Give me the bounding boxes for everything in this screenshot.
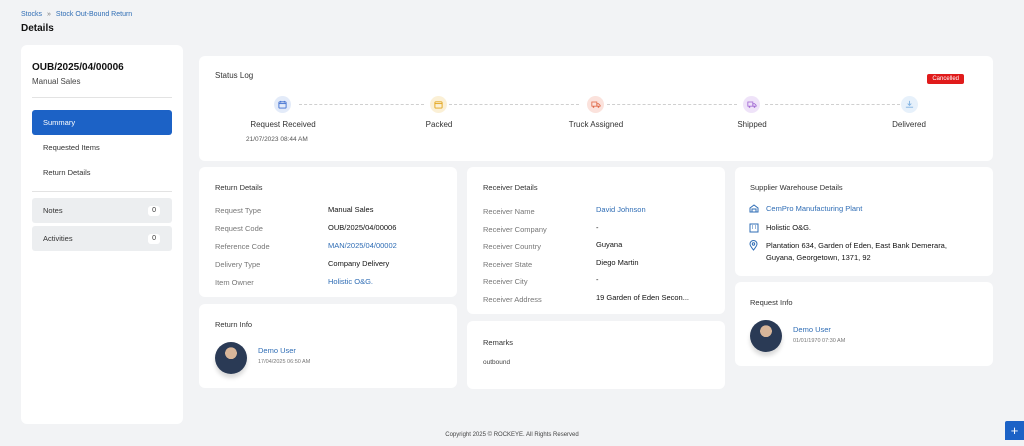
item-owner-link[interactable]: Holistic O&G. — [328, 277, 373, 286]
nav-activities[interactable]: Activities 0 — [32, 226, 172, 251]
truck-icon — [746, 101, 757, 108]
step-packed — [430, 96, 447, 113]
step-connector — [607, 104, 737, 105]
nav-return-details[interactable]: Return Details — [32, 160, 172, 185]
step-truck-assigned — [587, 96, 604, 113]
notes-count-badge: 0 — [148, 205, 160, 216]
field-value: - — [596, 275, 599, 284]
breadcrumb-separator: » — [47, 11, 51, 18]
supplier-warehouse-card: Supplier Warehouse Details CemPro Manufa… — [735, 167, 993, 276]
card-title: Remarks — [483, 338, 514, 347]
left-panel: OUB/2025/04/00006 Manual Sales Summary R… — [21, 45, 183, 424]
breadcrumb-current[interactable]: Stock Out-Bound Return — [56, 11, 132, 18]
address-line-2: Guyana, Georgetown, 1371, 92 — [766, 253, 871, 262]
card-title: Receiver Details — [483, 183, 538, 192]
breadcrumb-stocks-link[interactable]: Stocks — [21, 11, 42, 18]
receiver-name-link[interactable]: David Johnson — [596, 205, 646, 214]
breadcrumb: Stocks » Stock Out-Bound Return — [21, 11, 132, 18]
card-title: Request Info — [750, 298, 793, 307]
field-label: Receiver Country — [483, 242, 541, 251]
field-label: Receiver Address — [483, 295, 542, 304]
reference-code-link[interactable]: MAN/2025/04/00002 — [328, 241, 397, 250]
card-title: Supplier Warehouse Details — [750, 183, 843, 192]
warehouse-icon — [749, 204, 759, 213]
status-log-title: Status Log — [215, 71, 254, 80]
field-label: Receiver Name — [483, 207, 535, 216]
nav-activities-label: Activities — [43, 234, 73, 243]
field-label: Request Code — [215, 224, 263, 233]
field-value: 19 Garden of Eden Secon... — [596, 293, 689, 302]
step-delivered — [901, 96, 918, 113]
remarks-text: outbound — [483, 359, 511, 366]
field-value: Diego Martin — [596, 258, 639, 267]
field-label: Receiver City — [483, 277, 528, 286]
field-label: Delivery Type — [215, 260, 261, 269]
field-value: Manual Sales — [328, 205, 374, 214]
field-label: Reference Code — [215, 242, 270, 251]
step-connector — [299, 104, 424, 105]
card-title: Return Info — [215, 320, 253, 329]
step-label: Truck Assigned — [568, 120, 624, 129]
activities-count-badge: 0 — [148, 233, 160, 244]
step-connector — [449, 104, 579, 105]
user-name-link[interactable]: Demo User — [793, 325, 831, 334]
field-label: Request Type — [215, 206, 262, 215]
user-name-link[interactable]: Demo User — [258, 346, 296, 355]
address-line-1: Plantation 634, Garden of Eden, East Ban… — [766, 241, 947, 250]
step-label: Packed — [425, 120, 453, 129]
add-button[interactable]: + — [1005, 421, 1024, 440]
step-label: Request Received — [250, 120, 316, 129]
field-value: - — [596, 223, 599, 232]
step-request-received — [274, 96, 291, 113]
field-label: Receiver Company — [483, 225, 547, 234]
page-title: Details — [21, 23, 54, 34]
request-info-card: Request Info Demo User 01/01/1970 07:30 … — [735, 282, 993, 366]
nav-notes[interactable]: Notes 0 — [32, 198, 172, 223]
field-label: Receiver State — [483, 260, 533, 269]
nav-requested-items[interactable]: Requested Items — [32, 135, 172, 160]
receiver-details-card: Receiver Details Receiver Name David Joh… — [467, 167, 725, 314]
status-log-card: Status Log Cancelled Request Received 21… — [199, 56, 993, 161]
return-info-card: Return Info Demo User 17/04/2025 06:50 A… — [199, 304, 457, 388]
avatar — [215, 342, 247, 374]
remarks-card: Remarks outbound — [467, 321, 725, 389]
status-badge: Cancelled — [927, 74, 964, 84]
divider — [32, 191, 172, 192]
location-pin-icon — [749, 240, 758, 251]
download-icon — [905, 100, 914, 108]
nav-notes-label: Notes — [43, 206, 63, 215]
avatar — [750, 320, 782, 352]
footer-copyright: Copyright 2025 © ROCKEYE. All Rights Res… — [445, 432, 579, 438]
divider — [32, 97, 172, 98]
step-connector — [765, 104, 900, 105]
user-date: 01/01/1970 07:30 AM — [793, 338, 846, 344]
record-code: OUB/2025/04/00006 — [32, 62, 124, 73]
box-icon — [434, 101, 443, 109]
return-details-card: Return Details Request Type Manual Sales… — [199, 167, 457, 297]
company-name: Holistic O&G. — [766, 223, 812, 232]
step-label: Delivered — [892, 120, 926, 129]
field-label: Item Owner — [215, 278, 254, 287]
warehouse-link[interactable]: CemPro Manufacturing Plant — [766, 204, 862, 213]
field-value: OUB/2025/04/00006 — [328, 223, 397, 232]
user-date: 17/04/2025 06:50 AM — [258, 359, 311, 365]
record-subtitle: Manual Sales — [32, 77, 81, 86]
calendar-icon — [278, 100, 287, 109]
field-value: Company Delivery — [328, 259, 390, 268]
truck-icon — [590, 101, 601, 108]
step-shipped — [743, 96, 760, 113]
building-icon — [749, 223, 759, 233]
card-title: Return Details — [215, 183, 263, 192]
field-value: Guyana — [596, 240, 623, 249]
step-date: 21/07/2023 08:44 AM — [246, 136, 308, 143]
nav-summary[interactable]: Summary — [32, 110, 172, 135]
step-label: Shipped — [737, 120, 767, 129]
